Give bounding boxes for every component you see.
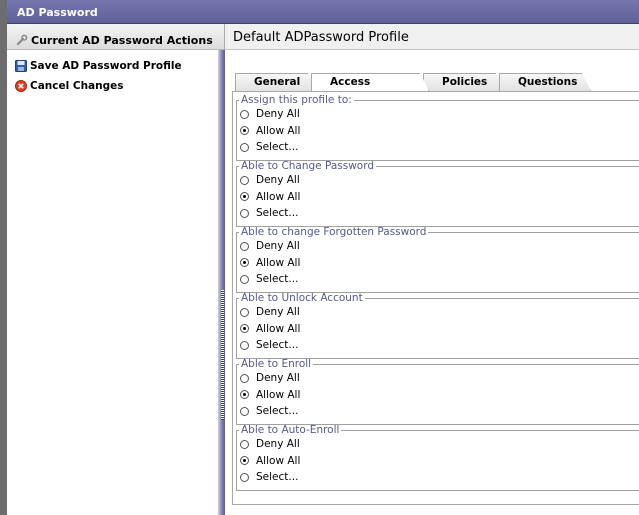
radio-button[interactable] [240, 472, 249, 482]
tab-policies[interactable]: Policies [423, 73, 505, 91]
radio-select[interactable]: Select... [237, 205, 639, 222]
radio-deny-all[interactable]: Deny All [237, 172, 639, 189]
option-label: Allow All [256, 388, 301, 401]
cancel-changes-action[interactable]: Cancel Changes [7, 76, 225, 96]
radio-button[interactable] [240, 109, 249, 119]
option-label: Select... [256, 471, 299, 484]
actions-header-label: Current AD Password Actions [31, 33, 213, 47]
radio-select[interactable]: Select... [237, 271, 639, 288]
group-auto-enroll: Able to Auto-Enroll Deny All Allow All S… [236, 424, 639, 491]
group-change-password: Able to Change Password Deny All Allow A… [236, 160, 639, 227]
group-assign-profile: Assign this profile to: Deny All Allow A… [236, 94, 639, 161]
option-label: Select... [256, 207, 299, 220]
radio-button[interactable] [240, 340, 249, 350]
radio-select[interactable]: Select... [237, 139, 639, 156]
option-label: Select... [256, 141, 299, 154]
radio-deny-all[interactable]: Deny All [237, 436, 639, 453]
tab-general[interactable]: General [235, 73, 317, 91]
option-label: Allow All [256, 322, 301, 335]
radio-allow-all[interactable]: Allow All [237, 123, 639, 140]
radio-button[interactable] [240, 373, 249, 383]
save-icon [15, 60, 27, 72]
radio-button[interactable] [240, 406, 249, 416]
group-legend: Assign this profile to: [241, 94, 352, 106]
option-label: Select... [256, 405, 299, 418]
radio-deny-all[interactable]: Deny All [237, 370, 639, 387]
wrench-icon [16, 34, 28, 46]
option-label: Deny All [256, 174, 300, 187]
splitter[interactable] [218, 50, 225, 515]
radio-select[interactable]: Select... [237, 337, 639, 354]
tab-strip: General Access Control Policies Question… [235, 73, 585, 91]
main-header-bar [225, 0, 639, 24]
radio-button[interactable] [240, 241, 249, 251]
radio-button-selected[interactable] [240, 390, 249, 400]
radio-button[interactable] [240, 274, 249, 284]
option-label: Allow All [256, 190, 301, 203]
option-label: Deny All [256, 306, 300, 319]
radio-button[interactable] [240, 142, 249, 152]
main-panel: Default ADPassword Profile General Acces… [225, 0, 639, 515]
radio-deny-all[interactable]: Deny All [237, 304, 639, 321]
left-panel-title: AD Password [7, 0, 225, 24]
radio-button-selected[interactable] [240, 258, 249, 268]
radio-button[interactable] [240, 208, 249, 218]
group-forgotten-password: Able to change Forgotten Password Deny A… [236, 226, 639, 293]
option-label: Deny All [256, 108, 300, 121]
option-label: Deny All [256, 372, 300, 385]
radio-button[interactable] [240, 307, 249, 317]
save-profile-action[interactable]: Save AD Password Profile [7, 56, 225, 76]
option-label: Select... [256, 273, 299, 286]
radio-button-selected[interactable] [240, 456, 249, 466]
radio-allow-all[interactable]: Allow All [237, 321, 639, 338]
group-legend: Able to Auto-Enroll [241, 424, 340, 436]
option-label: Deny All [256, 438, 300, 451]
radio-select[interactable]: Select... [237, 469, 639, 486]
radio-deny-all[interactable]: Deny All [237, 106, 639, 123]
profile-title: Default ADPassword Profile [225, 24, 639, 50]
radio-allow-all[interactable]: Allow All [237, 387, 639, 404]
left-panel: AD Password Current AD Password Actions … [0, 0, 225, 515]
group-legend: Able to Unlock Account [241, 292, 363, 304]
cancel-changes-label: Cancel Changes [30, 80, 124, 92]
access-control-panel: Assign this profile to: Deny All Allow A… [232, 91, 639, 505]
tab-questions[interactable]: Questions [499, 73, 591, 91]
radio-select[interactable]: Select... [237, 403, 639, 420]
group-legend: Able to Change Password [241, 160, 375, 172]
option-label: Select... [256, 339, 299, 352]
option-label: Deny All [256, 240, 300, 253]
actions-header: Current AD Password Actions [7, 24, 225, 50]
option-label: Allow All [256, 454, 301, 467]
save-profile-label: Save AD Password Profile [30, 60, 182, 72]
radio-allow-all[interactable]: Allow All [237, 453, 639, 470]
tab-access-control[interactable]: Access Control [311, 73, 429, 91]
group-legend: Able to change Forgotten Password [241, 226, 427, 238]
radio-button[interactable] [240, 439, 249, 449]
radio-button[interactable] [240, 175, 249, 185]
radio-allow-all[interactable]: Allow All [237, 255, 639, 272]
radio-button-selected[interactable] [240, 324, 249, 334]
group-legend: Able to Enroll [241, 358, 312, 370]
radio-button-selected[interactable] [240, 192, 249, 202]
cancel-icon [15, 80, 27, 92]
group-enroll: Able to Enroll Deny All Allow All Select… [236, 358, 639, 425]
radio-deny-all[interactable]: Deny All [237, 238, 639, 255]
splitter-grip[interactable] [221, 290, 224, 420]
option-label: Allow All [256, 256, 301, 269]
option-label: Allow All [256, 124, 301, 137]
radio-allow-all[interactable]: Allow All [237, 189, 639, 206]
group-unlock-account: Able to Unlock Account Deny All Allow Al… [236, 292, 639, 359]
radio-button-selected[interactable] [240, 126, 249, 136]
